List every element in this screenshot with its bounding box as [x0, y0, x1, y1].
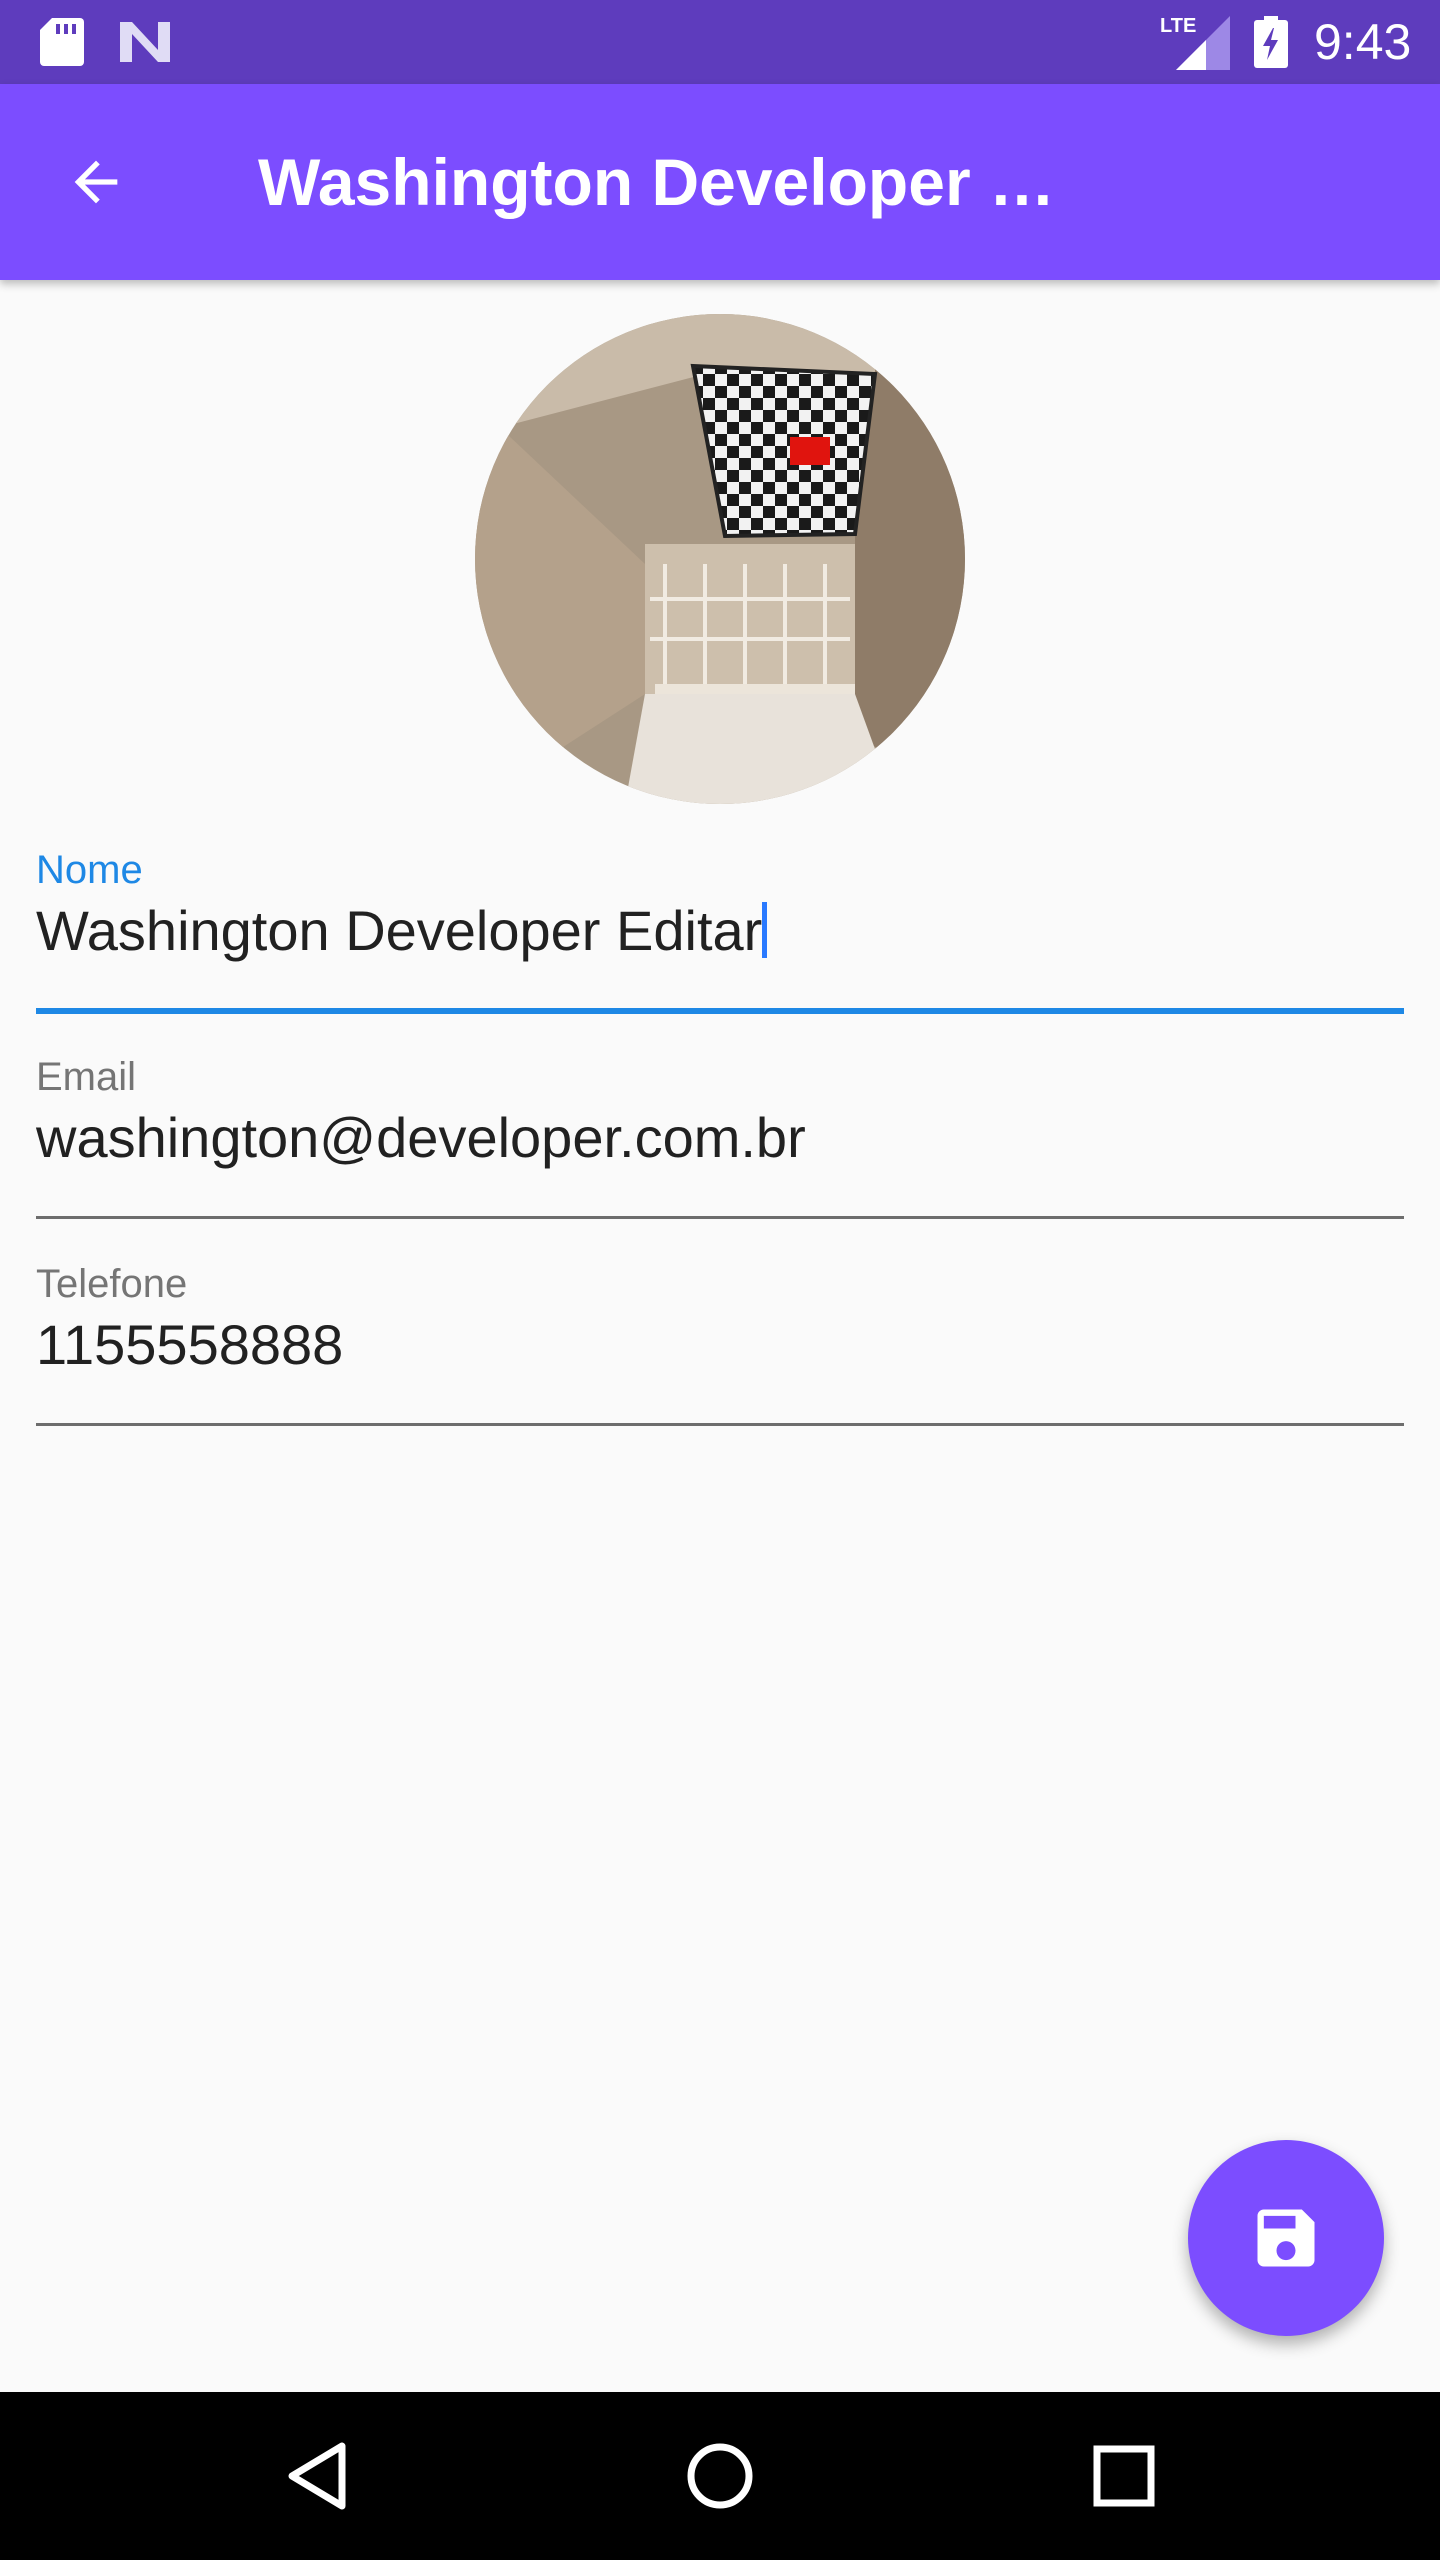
phone-field-label: Telefone [36, 1262, 188, 1306]
nav-recents-button[interactable] [1074, 2426, 1174, 2526]
nav-back-button[interactable] [266, 2426, 366, 2526]
lte-signal-icon: LTE [1160, 15, 1230, 70]
email-input[interactable]: washington@developer.com.br [36, 1103, 1404, 1173]
lte-label: LTE [1160, 15, 1196, 37]
contact-photo[interactable] [475, 314, 965, 804]
battery-charging-icon [1254, 16, 1288, 68]
sd-card-icon [40, 18, 84, 66]
email-field-label: Email [36, 1055, 137, 1099]
save-button[interactable] [1188, 2140, 1384, 2336]
name-field-underline [36, 1008, 1404, 1014]
nav-home-button[interactable] [670, 2426, 770, 2526]
status-clock: 9:43 [1314, 14, 1412, 70]
n-notification-icon [120, 22, 170, 62]
phone-field[interactable]: Telefone 1155558888 [36, 1260, 1404, 1426]
name-field[interactable]: Nome Washington Developer Editar [36, 846, 1404, 1016]
name-field-label: Nome [36, 848, 143, 892]
phone-field-underline [36, 1423, 1404, 1426]
home-circle-icon [687, 2443, 753, 2509]
text-cursor [762, 902, 768, 958]
page-title: Washington Developer … [258, 145, 1055, 219]
status-bar: LTE 9:43 [0, 0, 1440, 84]
arrow-back-icon [74, 160, 118, 204]
name-input[interactable]: Washington Developer Editar [36, 896, 1404, 966]
email-field-underline [36, 1216, 1404, 1219]
back-triangle-icon [288, 2442, 346, 2510]
name-input-text: Washington Developer Editar [36, 899, 763, 962]
recents-square-icon [1093, 2445, 1155, 2507]
phone-input[interactable]: 1155558888 [36, 1310, 1404, 1380]
navigation-bar [0, 2392, 1440, 2560]
save-icon [1257, 2209, 1315, 2267]
contact-photo-image [475, 314, 965, 804]
back-button[interactable] [52, 138, 140, 226]
app-bar: Washington Developer … [0, 84, 1440, 280]
email-field[interactable]: Email washington@developer.com.br [36, 1053, 1404, 1219]
